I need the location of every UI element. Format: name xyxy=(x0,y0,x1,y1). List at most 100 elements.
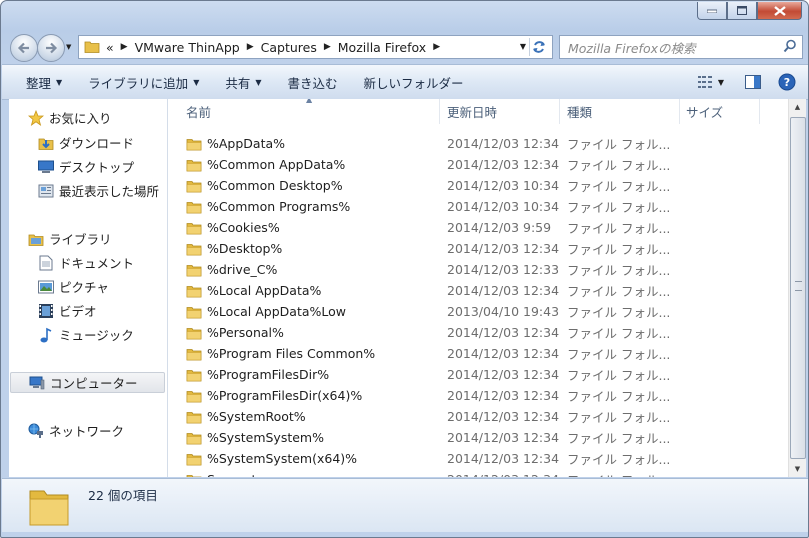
file-name-cell[interactable]: %Common AppData% xyxy=(186,154,345,175)
file-row[interactable]: %Common Programs% 2014/12/03 10:34 ファイル フォ… xyxy=(168,196,788,217)
file-name-cell[interactable]: %drive_C% xyxy=(186,259,277,280)
folder-icon xyxy=(186,431,202,445)
file-row[interactable]: %Common Desktop% 2014/12/03 10:34 ファイル フォル… xyxy=(168,175,788,196)
file-name-cell[interactable]: %ProgramFilesDir(x64)% xyxy=(186,385,362,406)
help-button[interactable]: ? xyxy=(774,70,800,94)
address-overflow[interactable]: « xyxy=(106,40,114,55)
file-date: 2014/12/03 10:34 xyxy=(447,178,560,193)
file-name-cell[interactable]: %Local AppData%Low xyxy=(186,301,346,322)
new-folder-button[interactable]: 新しいフォルダー xyxy=(351,69,477,95)
file-row[interactable]: Support 2014/12/03 12:34 ファイル フォル... xyxy=(168,469,788,477)
folder-icon xyxy=(186,305,202,319)
preview-pane-icon xyxy=(745,75,761,89)
file-name: %AppData% xyxy=(207,136,286,151)
search-placeholder[interactable]: Mozilla Firefoxの検索 xyxy=(568,38,695,57)
folder-icon xyxy=(186,284,202,298)
column-header-name[interactable]: ▲ 名前 xyxy=(168,99,440,124)
close-button[interactable] xyxy=(757,2,802,20)
file-name-cell[interactable]: %Desktop% xyxy=(186,238,282,259)
address-bar[interactable]: « ▶ VMware ThinApp ▶ Captures ▶ Mozilla … xyxy=(78,35,553,59)
breadcrumb-vmware-thinapp[interactable]: VMware ThinApp xyxy=(135,40,240,55)
minimize-button[interactable] xyxy=(697,2,727,20)
file-date: 2014/12/03 12:34 xyxy=(447,430,560,445)
file-date: 2014/12/03 12:34 xyxy=(447,241,560,256)
vertical-scrollbar[interactable]: ▲ ▼ xyxy=(788,99,806,477)
nav-recent-places[interactable]: 最近表示した場所 xyxy=(37,180,159,201)
column-header-modified-label: 更新日時 xyxy=(447,105,498,120)
nav-documents[interactable]: ドキュメント xyxy=(37,252,134,273)
file-date: 2014/12/03 12:34 xyxy=(447,388,560,403)
change-view-button[interactable]: ▼ xyxy=(698,70,724,94)
address-dropdown-icon[interactable]: ▼ xyxy=(520,42,526,51)
nav-network[interactable]: ネットワーク xyxy=(27,420,124,441)
file-name-cell[interactable]: Support xyxy=(186,469,256,477)
breadcrumb-mozilla-firefox[interactable]: Mozilla Firefox xyxy=(338,40,426,55)
recent-pages-dropdown-icon[interactable]: ▼ xyxy=(66,43,71,51)
file-row[interactable]: %ProgramFilesDir% 2014/12/03 12:34 ファイル フォ… xyxy=(168,364,788,385)
file-name-cell[interactable]: %Cookies% xyxy=(186,217,280,238)
file-name-cell[interactable]: %ProgramFilesDir% xyxy=(186,364,329,385)
file-row[interactable]: %drive_C% 2014/12/03 12:33 ファイル フォル... xyxy=(168,259,788,280)
maximize-button[interactable] xyxy=(727,2,757,20)
file-date: 2014/12/03 12:34 xyxy=(447,346,560,361)
nav-desktop-label: デスクトップ xyxy=(59,160,135,175)
file-row[interactable]: %SystemSystem(x64)% 2014/12/03 12:34 ファイル … xyxy=(168,448,788,469)
burn-label: 書き込む xyxy=(287,75,338,91)
folder-icon xyxy=(84,39,100,56)
nav-computer[interactable]: コンピューター xyxy=(10,372,165,393)
file-row[interactable]: %Cookies% 2014/12/03 9:59 ファイル フォル... xyxy=(168,217,788,238)
file-name-cell[interactable]: %Local AppData% xyxy=(186,280,321,301)
file-row[interactable]: %ProgramFilesDir(x64)% 2014/12/03 12:34 ファ… xyxy=(168,385,788,406)
scroll-up-button[interactable]: ▲ xyxy=(790,99,805,115)
file-name-cell[interactable]: %SystemRoot% xyxy=(186,406,306,427)
nav-videos[interactable]: ビデオ xyxy=(37,300,97,321)
burn-button[interactable]: 書き込む xyxy=(275,69,351,95)
file-row[interactable]: %SystemSystem% 2014/12/03 12:34 ファイル フォル..… xyxy=(168,427,788,448)
file-name-cell[interactable]: %Program Files Common% xyxy=(186,343,375,364)
share-button[interactable]: 共有 ▼ xyxy=(212,69,274,95)
file-row[interactable]: %Local AppData% 2014/12/03 12:34 ファイル フォル.… xyxy=(168,280,788,301)
file-row[interactable]: %AppData% 2014/12/03 12:34 ファイル フォル... xyxy=(168,133,788,154)
nav-videos-label: ビデオ xyxy=(59,304,97,319)
file-row[interactable]: %Program Files Common% 2014/12/03 12:34 ファ… xyxy=(168,343,788,364)
nav-libraries[interactable]: ライブラリ xyxy=(27,228,112,249)
file-name-cell[interactable]: %AppData% xyxy=(186,133,285,154)
back-button[interactable] xyxy=(10,34,38,62)
organize-button[interactable]: 整理 ▼ xyxy=(13,69,75,95)
file-row[interactable]: %Personal% 2014/12/03 12:34 ファイル フォル... xyxy=(168,322,788,343)
nav-pictures[interactable]: ピクチャ xyxy=(37,276,109,297)
folder-icon xyxy=(28,483,70,530)
breadcrumb-captures[interactable]: Captures xyxy=(261,40,317,55)
search-icon[interactable] xyxy=(783,39,797,56)
refresh-button[interactable] xyxy=(529,38,548,56)
file-row[interactable]: %Local AppData%Low 2013/04/10 19:43 ファイル フ… xyxy=(168,301,788,322)
column-header-type[interactable]: 種類 xyxy=(560,99,680,124)
breadcrumb-separator-icon[interactable]: ▶ xyxy=(121,42,128,52)
breadcrumb-separator-icon[interactable]: ▶ xyxy=(433,42,440,52)
nav-downloads[interactable]: ダウンロード xyxy=(37,132,134,153)
column-header-modified[interactable]: 更新日時 xyxy=(440,99,560,124)
file-name-cell[interactable]: %SystemSystem(x64)% xyxy=(186,448,357,469)
nav-music[interactable]: ミュージック xyxy=(37,324,134,345)
forward-button[interactable] xyxy=(37,34,65,62)
file-name-cell[interactable]: %SystemSystem% xyxy=(186,427,324,448)
file-name: %Common AppData% xyxy=(207,157,346,172)
breadcrumb-separator-icon[interactable]: ▶ xyxy=(324,42,331,52)
file-row[interactable]: %Common AppData% 2014/12/03 12:34 ファイル フォル… xyxy=(168,154,788,175)
preview-pane-button[interactable] xyxy=(740,70,766,94)
file-date: 2014/12/03 9:59 xyxy=(447,220,552,235)
add-to-library-button[interactable]: ライブラリに追加 ▼ xyxy=(75,69,212,95)
nav-favorites[interactable]: お気に入り xyxy=(27,107,112,128)
file-date: 2014/12/03 12:34 xyxy=(447,367,560,382)
nav-desktop[interactable]: デスクトップ xyxy=(37,156,134,177)
scrollbar-thumb[interactable] xyxy=(790,117,806,459)
scroll-down-button[interactable]: ▼ xyxy=(790,461,805,477)
file-row[interactable]: %Desktop% 2014/12/03 12:34 ファイル フォル... xyxy=(168,238,788,259)
file-name-cell[interactable]: %Common Programs% xyxy=(186,196,350,217)
file-row[interactable]: %SystemRoot% 2014/12/03 12:34 ファイル フォル... xyxy=(168,406,788,427)
search-box[interactable]: Mozilla Firefoxの検索 xyxy=(559,35,803,59)
file-name-cell[interactable]: %Personal% xyxy=(186,322,284,343)
breadcrumb-separator-icon[interactable]: ▶ xyxy=(247,42,254,52)
column-header-size[interactable]: サイズ xyxy=(680,99,760,124)
file-name-cell[interactable]: %Common Desktop% xyxy=(186,175,343,196)
